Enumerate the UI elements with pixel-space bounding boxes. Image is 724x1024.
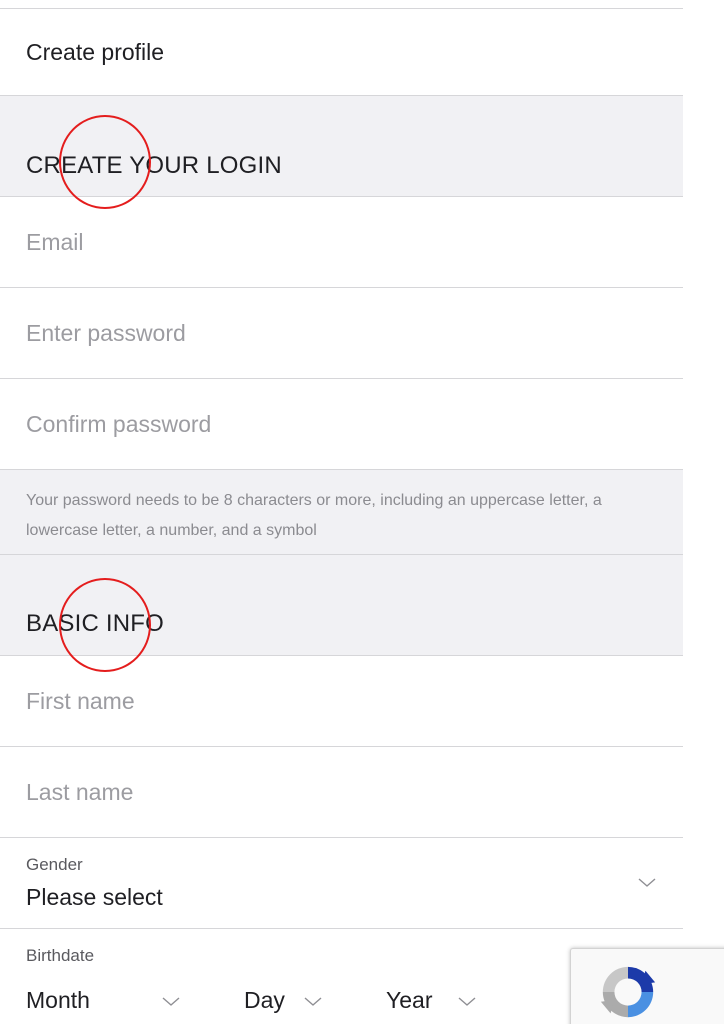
create-profile-page: Create profile CREATE YOUR LOGIN Your pa… — [0, 0, 724, 1024]
birthdate-label: Birthdate — [26, 946, 95, 965]
gender-label: Gender — [26, 855, 83, 874]
last-name-field[interactable] — [26, 747, 646, 837]
gender-select[interactable]: Gender Please select — [0, 838, 683, 929]
password-hint-row: Your password needs to be 8 characters o… — [0, 470, 683, 555]
basic-info-section-header: BASIC INFO — [0, 555, 683, 656]
recaptcha-badge[interactable] — [570, 948, 724, 1024]
password-field[interactable] — [26, 288, 646, 378]
confirm-password-row — [0, 379, 683, 470]
month-value: Month — [26, 987, 90, 1013]
title-bar: Create profile — [0, 9, 683, 96]
login-section-title: CREATE YOUR LOGIN — [26, 152, 282, 179]
chevron-down-icon — [458, 997, 476, 1006]
login-section-header: CREATE YOUR LOGIN — [0, 96, 683, 197]
first-name-field[interactable] — [26, 656, 646, 746]
recaptcha-icon — [600, 966, 656, 1018]
password-hint-text: Your password needs to be 8 characters o… — [26, 492, 602, 539]
email-row — [0, 197, 683, 288]
basic-info-section-title: BASIC INFO — [26, 610, 165, 637]
profile-form-panel: Create profile CREATE YOUR LOGIN Your pa… — [0, 0, 683, 1024]
confirm-password-field[interactable] — [26, 379, 646, 469]
month-select[interactable]: Month — [26, 987, 196, 1017]
page-title: Create profile — [26, 39, 165, 65]
year-select[interactable]: Year — [386, 987, 486, 1017]
chevron-down-icon — [162, 997, 180, 1006]
password-row — [0, 288, 683, 379]
last-name-row — [0, 747, 683, 838]
day-select[interactable]: Day — [244, 987, 334, 1017]
email-field[interactable] — [26, 197, 646, 287]
top-divider — [0, 0, 683, 9]
chevron-down-icon — [638, 878, 656, 887]
day-value: Day — [244, 987, 285, 1013]
gender-value: Please select — [26, 884, 163, 910]
chevron-down-icon — [304, 997, 322, 1006]
first-name-row — [0, 656, 683, 747]
year-value: Year — [386, 987, 433, 1013]
